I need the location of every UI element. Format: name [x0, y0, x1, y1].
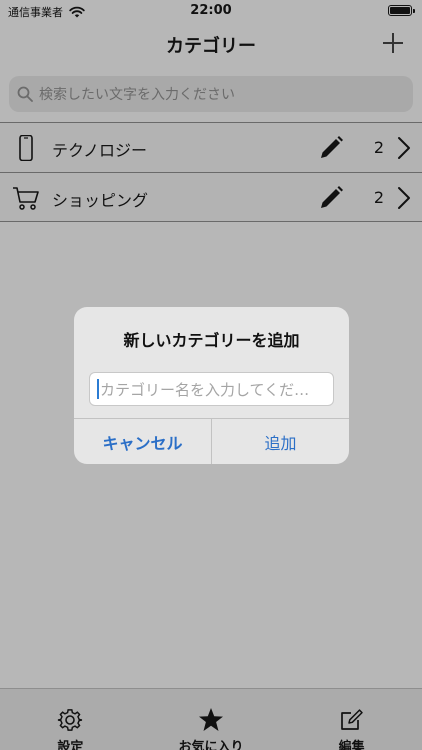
dialog-title: 新しいカテゴリーを追加: [123, 331, 300, 350]
category-name-field[interactable]: カテゴリー名を入力してくだ…: [89, 372, 334, 406]
category-label: テクノロジー: [52, 141, 148, 160]
navigation-bar: カテゴリー: [0, 22, 422, 66]
tab-label: お気に入り: [178, 740, 244, 750]
category-count: 2: [373, 138, 384, 157]
tab-settings[interactable]: 設定: [0, 689, 141, 750]
star-icon: [199, 708, 223, 731]
status-time: 22:00: [190, 3, 232, 18]
page-title: カテゴリー: [166, 36, 256, 57]
tab-edit[interactable]: 編集: [281, 689, 422, 750]
category-row-shopping[interactable]: ショッピング 2: [0, 172, 422, 222]
pencil-icon[interactable]: [318, 185, 344, 211]
category-list: テクノロジー 2 ショッピング 2: [0, 122, 422, 222]
plus-icon[interactable]: [380, 30, 406, 56]
add-category-dialog: 新しいカテゴリーを追加 カテゴリー名を入力してくだ… キャンセル 追加: [74, 307, 349, 464]
dialog-buttons: キャンセル 追加: [74, 418, 349, 464]
category-row-technology[interactable]: テクノロジー 2: [0, 122, 422, 172]
cart-icon: [13, 187, 39, 210]
chevron-right-icon: [398, 137, 410, 159]
status-bar: 通信事業者 22:00: [0, 0, 422, 22]
cancel-button[interactable]: キャンセル: [74, 419, 212, 464]
phone-icon: [19, 135, 33, 161]
tab-favorites[interactable]: お気に入り: [141, 689, 282, 750]
edit-icon: [340, 709, 363, 730]
search-input[interactable]: 検索したい文字を入力ください: [9, 76, 413, 112]
tab-bar: 設定 お気に入り 編集: [0, 688, 422, 750]
tab-label: 編集: [338, 740, 365, 750]
tab-label: 設定: [57, 740, 84, 750]
text-caret: [97, 379, 99, 399]
chevron-right-icon: [398, 187, 410, 209]
category-count: 2: [373, 188, 384, 207]
category-name-placeholder: カテゴリー名を入力してくだ…: [100, 380, 310, 399]
add-button[interactable]: 追加: [212, 419, 349, 464]
search-placeholder: 検索したい文字を入力ください: [39, 87, 235, 103]
category-label: ショッピング: [52, 191, 149, 210]
battery-icon: [388, 5, 415, 16]
gear-icon: [58, 709, 83, 731]
search-icon: [17, 86, 33, 102]
pencil-icon[interactable]: [318, 135, 344, 161]
